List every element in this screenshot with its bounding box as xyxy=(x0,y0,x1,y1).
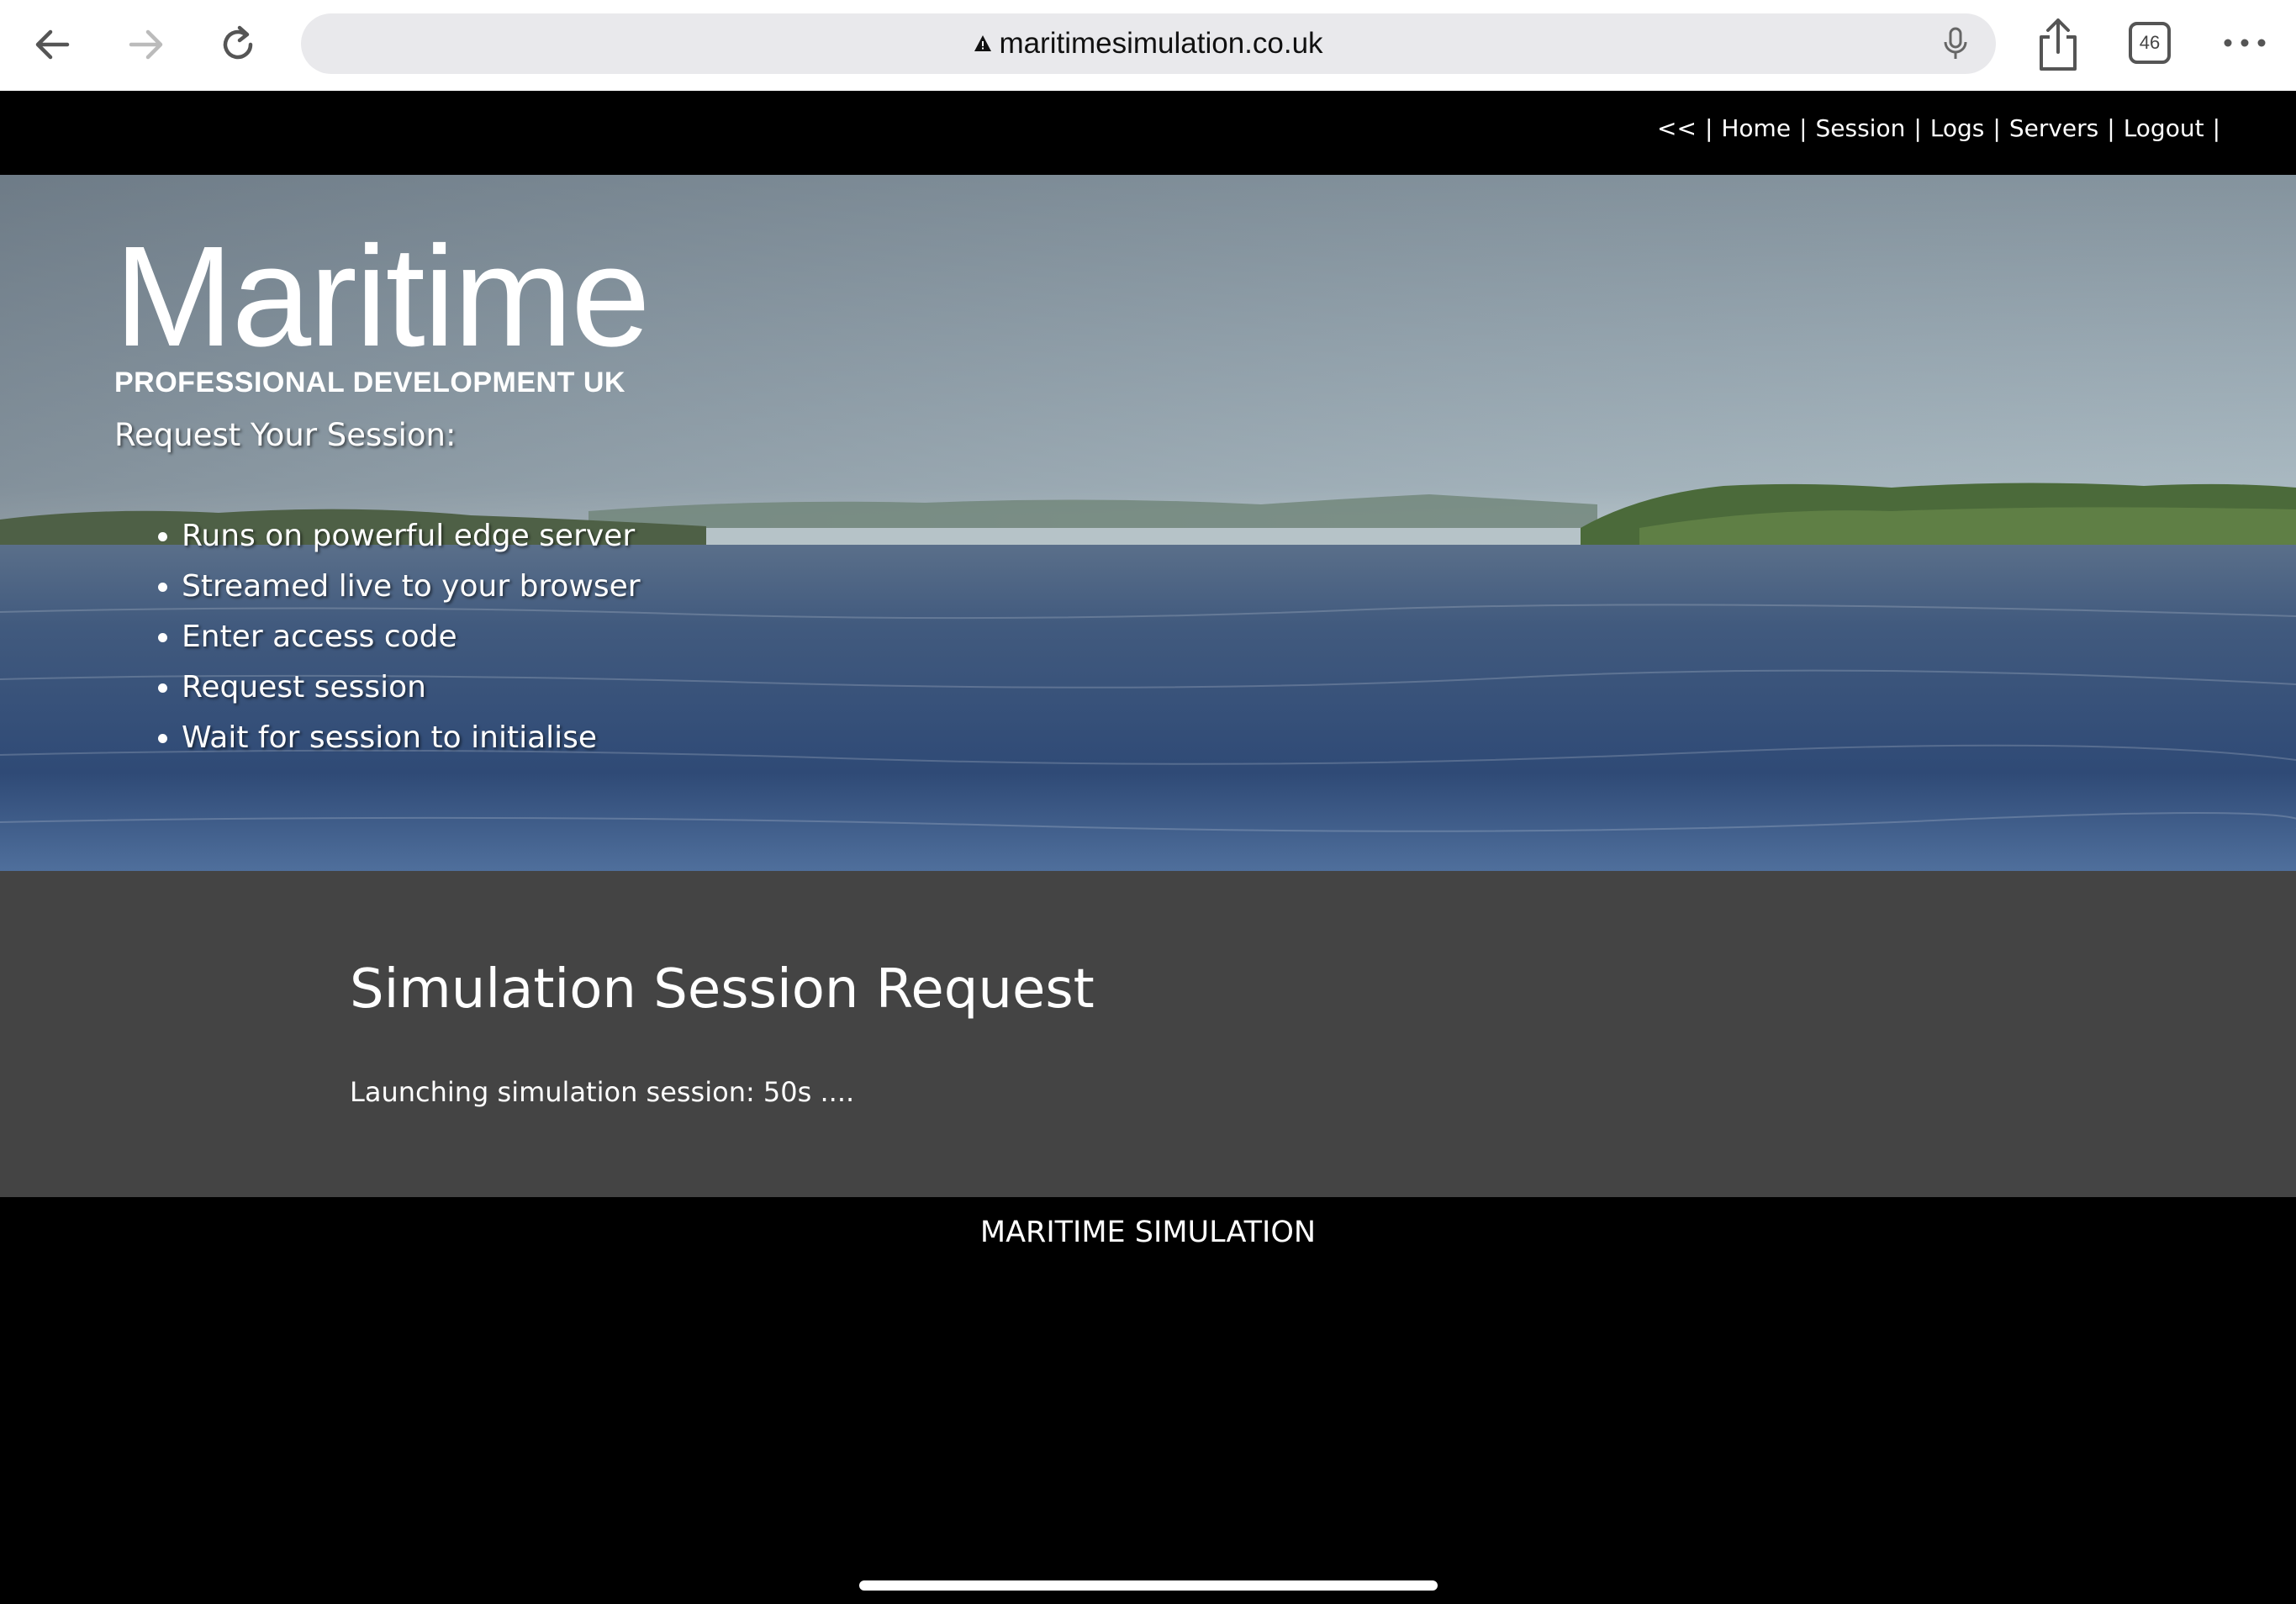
tabs-button[interactable]: 46 xyxy=(2129,22,2171,64)
more-options-icon[interactable] xyxy=(2219,22,2270,64)
nav-link-session[interactable]: Session xyxy=(1816,114,1906,142)
nav-link-servers[interactable]: Servers xyxy=(2009,114,2098,142)
list-item: Request session xyxy=(182,662,641,713)
nav-separator: | xyxy=(2212,114,2220,142)
url-text: maritimesimulation.co.uk xyxy=(999,27,1323,60)
nav-separator: | xyxy=(2107,114,2115,142)
footer: MARITIME SIMULATION xyxy=(0,1197,2296,1604)
list-item: Enter access code xyxy=(182,612,641,662)
microphone-icon[interactable] xyxy=(1937,25,1974,62)
nav-link-back[interactable]: << xyxy=(1657,114,1697,142)
feature-list: Runs on powerful edge server Streamed li… xyxy=(114,511,641,763)
list-item: Wait for session to initialise xyxy=(182,713,641,763)
hero-banner: Maritime PROFESSIONAL DEVELOPMENT UK Req… xyxy=(0,175,2296,871)
nav-separator: | xyxy=(1799,114,1808,142)
maritime-logo: Maritime PROFESSIONAL DEVELOPMENT UK xyxy=(114,217,651,399)
forward-button[interactable] xyxy=(108,15,183,74)
nav-separator: | xyxy=(1913,114,1922,142)
nav-link-logs[interactable]: Logs xyxy=(1930,114,1985,142)
nav-links: << | Home | Session | Logs | Servers | Logout | xyxy=(1657,114,2229,142)
reload-icon xyxy=(223,25,253,60)
logo-subtitle: PROFESSIONAL DEVELOPMENT UK xyxy=(114,367,625,398)
site-navigation: << | Home | Session | Logs | Servers | Logout | xyxy=(0,91,2296,175)
warning-icon xyxy=(974,35,992,51)
reload-button[interactable] xyxy=(200,15,276,74)
hero-heading: Request Your Session: xyxy=(114,417,457,453)
list-item: Streamed live to your browser xyxy=(182,562,641,612)
launch-status-text: Launching simulation session: 50s .... xyxy=(350,1076,855,1108)
arrow-right-icon xyxy=(129,29,163,60)
footer-text: MARITIME SIMULATION xyxy=(979,1216,1317,1249)
back-button[interactable] xyxy=(15,15,91,74)
browser-toolbar: maritimesimulation.co.uk 46 xyxy=(0,0,2296,91)
list-item: Runs on powerful edge server xyxy=(182,511,641,562)
address-bar[interactable]: maritimesimulation.co.uk xyxy=(301,13,1996,74)
nav-link-home[interactable]: Home xyxy=(1721,114,1791,142)
tab-count: 46 xyxy=(2139,32,2161,53)
nav-separator: | xyxy=(1704,114,1713,142)
nav-separator: | xyxy=(1993,114,2001,142)
share-icon[interactable] xyxy=(2033,17,2083,72)
nav-link-logout[interactable]: Logout xyxy=(2124,114,2204,142)
logo-wordmark: Maritime xyxy=(114,217,651,377)
home-indicator[interactable] xyxy=(859,1580,1438,1591)
arrow-left-icon xyxy=(35,29,70,60)
session-request-panel: Simulation Session Request Launching sim… xyxy=(0,871,2296,1197)
page-title: Simulation Session Request xyxy=(350,958,1095,1021)
